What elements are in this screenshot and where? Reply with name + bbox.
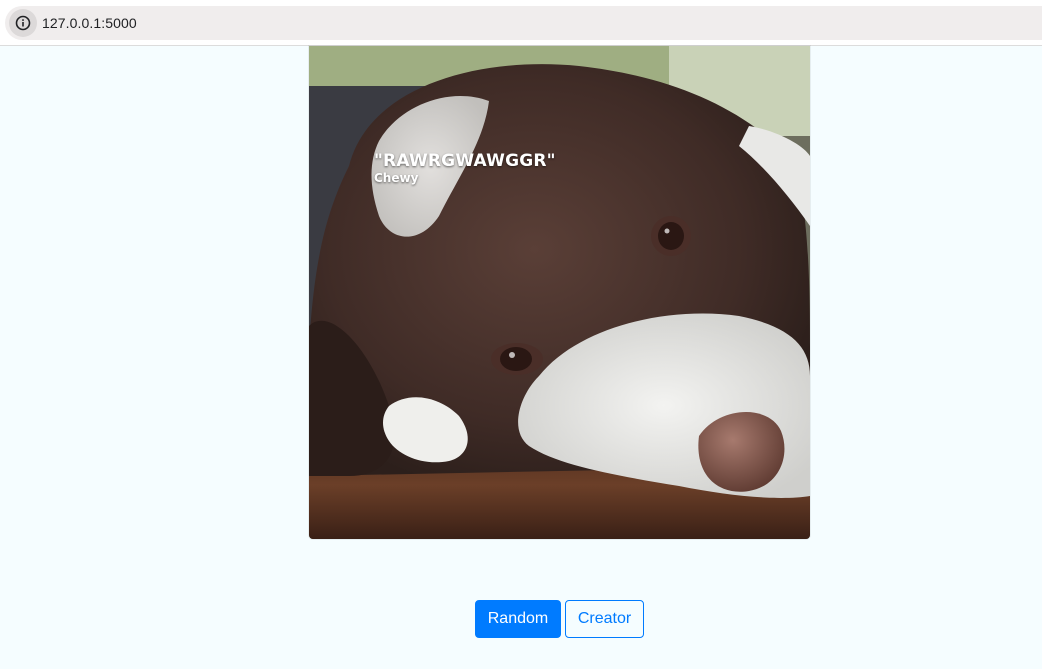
quote-card: "RAWRGWAWGGR" Chewy bbox=[309, 46, 810, 539]
quote-author: Chewy bbox=[374, 171, 419, 185]
creator-button[interactable]: Creator bbox=[565, 600, 644, 638]
browser-toolbar: 127.0.0.1:5000 bbox=[0, 0, 1042, 46]
dog-photo bbox=[309, 46, 810, 539]
info-icon[interactable] bbox=[9, 9, 37, 37]
url-text[interactable]: 127.0.0.1:5000 bbox=[42, 15, 137, 31]
random-button[interactable]: Random bbox=[475, 600, 561, 638]
quote-text: "RAWRGWAWGGR" bbox=[374, 151, 556, 171]
address-bar[interactable]: 127.0.0.1:5000 bbox=[5, 6, 1042, 40]
